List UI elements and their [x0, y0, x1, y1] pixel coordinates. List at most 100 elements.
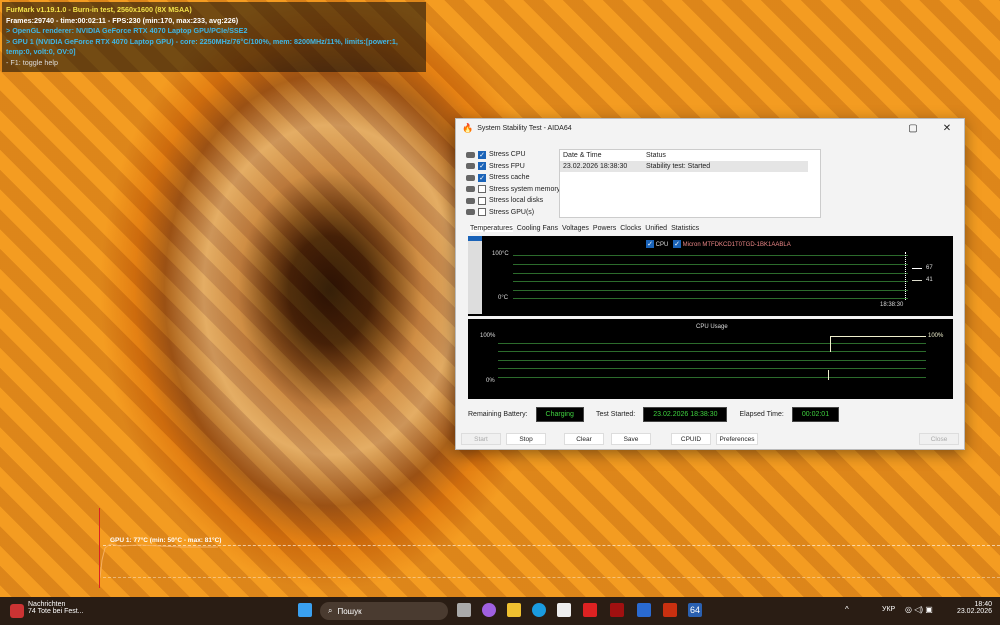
battery-value: Charging [535, 407, 584, 422]
battery-label: Remaining Battery: [468, 411, 528, 418]
copilot-icon[interactable] [482, 603, 496, 617]
date: 23.02.2026 [956, 608, 992, 615]
file-explorer-icon[interactable] [507, 603, 521, 617]
usage-y-max: 100% [480, 333, 496, 339]
osd-renderer: > OpenGL renderer: NVIDIA GeForce RTX 40… [6, 26, 248, 35]
tab-clocks[interactable]: Clocks [620, 225, 641, 232]
store-icon[interactable] [557, 603, 571, 617]
log-cell-status: Stability test: Started [646, 163, 711, 170]
clear-button[interactable]: Clear [564, 433, 604, 445]
preferences-button[interactable]: Preferences [716, 433, 758, 445]
furmark-osd: FurMark v1.19.1.0 - Burn-in test, 2560x1… [2, 2, 426, 72]
time-label: 18:38:30 [880, 302, 904, 308]
stress-option[interactable]: Stress GPU(s) [466, 207, 560, 219]
y-min-label: 0°C [498, 295, 509, 301]
gpu-temp-label: GPU 1: 77°C (min: 50°C - max: 81°C) [110, 537, 222, 544]
started-value: 23.02.2026 18:38:30 [643, 407, 728, 422]
cpu-usage-chart: CPU Usage 100% 0% 100% [468, 319, 953, 399]
mcafee-icon[interactable] [610, 603, 624, 617]
elapsed-label: Elapsed Time: [739, 411, 784, 418]
stress-option[interactable]: Stress local disks [466, 195, 560, 207]
tab-statistics[interactable]: Statistics [671, 225, 699, 232]
start-windows-icon[interactable] [298, 603, 312, 617]
option-label: Stress local disks [489, 197, 544, 205]
stop-button[interactable]: Stop [506, 433, 546, 445]
tab-powers[interactable]: Powers [593, 225, 616, 232]
tray-chevron-icon[interactable]: ^ [845, 605, 849, 614]
device-icon [466, 197, 475, 204]
log-header-status: Status [646, 152, 666, 159]
log-header-datetime: Date & Time [563, 152, 602, 159]
title-bar: 🔥 System Stability Test - AIDA64 ▢ ✕ [456, 119, 964, 137]
device-icon [466, 209, 475, 216]
tab-cooling-fans[interactable]: Cooling Fans [517, 225, 558, 232]
task-view-icon[interactable] [457, 603, 471, 617]
stress-option[interactable]: ✓ Stress FPU [466, 161, 560, 173]
news-icon [10, 604, 24, 618]
disk-temp-value: 41 [926, 277, 933, 283]
checkbox[interactable]: ✓ [478, 150, 486, 159]
elapsed-value: 00:02:01 [791, 407, 840, 422]
app-icon[interactable] [637, 603, 651, 617]
aida64-stability-window: 🔥 System Stability Test - AIDA64 ▢ ✕ ✓ Str… [455, 118, 965, 450]
close-window-button[interactable]: ✕ [930, 123, 964, 134]
flame-icon: 🔥 [462, 122, 474, 133]
stress-option[interactable]: Stress system memory [466, 184, 560, 196]
cpuid-button[interactable]: CPUID [671, 433, 711, 445]
start-button[interactable]: Start [461, 433, 501, 445]
chart-tabs: Temperatures Cooling Fans Voltages Powers Cl… [470, 225, 699, 232]
usage-value: 100% [928, 333, 944, 339]
temperature-chart: ✓ CPU ✓ Micron MTFDKCD1T0TGD-1BK1AABLA 1… [468, 236, 953, 316]
legend-cpu[interactable]: ✓ CPU [646, 240, 668, 248]
search-placeholder: Пошук [337, 606, 362, 616]
started-label: Test Started: [595, 411, 636, 418]
stress-option[interactable]: ✓ Stress cache [466, 172, 560, 184]
time: 18:40 [974, 601, 992, 608]
table-row[interactable]: 23.02.2026 18:38:30 Stability test: Start… [560, 161, 808, 172]
legend-disk[interactable]: ✓ Micron MTFDKCD1T0TGD-1BK1AABLA [673, 240, 791, 248]
option-label: Stress cache [489, 174, 530, 182]
news-widget[interactable]: Nachrichten 74 Tote bei Fest... [10, 601, 84, 618]
checkbox[interactable]: ✓ [478, 162, 486, 171]
option-label: Stress CPU [489, 151, 526, 159]
furmark-icon[interactable] [663, 603, 677, 617]
tab-voltages[interactable]: Voltages [562, 225, 589, 232]
l-app-icon[interactable] [583, 603, 597, 617]
osd-title: FurMark v1.19.1.0 - Burn-in test, 2560x1… [6, 5, 192, 14]
taskbar: Nachrichten 74 Tote bei Fest... ⌕ Пошук 64… [0, 597, 1000, 625]
checkbox[interactable] [478, 208, 486, 217]
search-box[interactable]: ⌕ Пошук [320, 602, 448, 620]
edge-icon[interactable] [532, 603, 546, 617]
maximize-button[interactable]: ▢ [896, 123, 930, 134]
checkbox[interactable] [478, 185, 486, 194]
usage-chart-title: CPU Usage [696, 324, 728, 330]
news-title: Nachrichten [28, 601, 66, 608]
aida64-icon[interactable]: 64 [688, 603, 702, 617]
device-icon [466, 174, 475, 181]
stress-option[interactable]: ✓ Stress CPU [466, 149, 560, 161]
checkbox[interactable] [478, 196, 486, 205]
wifi-volume-battery-icon[interactable]: ◎ ◁) ▣ [905, 605, 933, 614]
cpu-temp-value: 67 [926, 265, 933, 271]
save-button[interactable]: Save [611, 433, 651, 445]
checkbox[interactable]: ✓ [478, 173, 486, 182]
clock[interactable]: 18:40 23.02.2026 [957, 601, 992, 615]
language-indicator[interactable]: УКР [882, 606, 895, 613]
close-button[interactable]: Close [919, 433, 959, 445]
device-icon [466, 151, 475, 158]
usage-y-min: 0% [486, 378, 495, 384]
y-max-label: 100°C [492, 251, 509, 257]
option-label: Stress system memory [489, 185, 561, 193]
window-title: System Stability Test - AIDA64 [477, 124, 572, 132]
option-label: Stress GPU(s) [489, 208, 535, 216]
device-icon [466, 163, 475, 170]
log-cell-datetime: 23.02.2026 18:38:30 [563, 163, 628, 170]
option-label: Stress FPU [489, 162, 525, 170]
news-subtitle: 74 Tote bei Fest... [28, 608, 84, 615]
osd-gpu: > GPU 1 (NVIDIA GeForce RTX 4070 Laptop … [6, 36, 398, 57]
log-table: Date & Time Status 23.02.2026 18:38:30 Sta… [559, 149, 821, 218]
tab-temperatures[interactable]: Temperatures [470, 225, 513, 232]
status-bar: Remaining Battery: Charging Test Started… [468, 407, 840, 422]
tab-unified[interactable]: Unified [645, 225, 667, 232]
osd-frames: Frames:29740 - time:00:02:11 - FPS:230 (… [6, 15, 239, 25]
